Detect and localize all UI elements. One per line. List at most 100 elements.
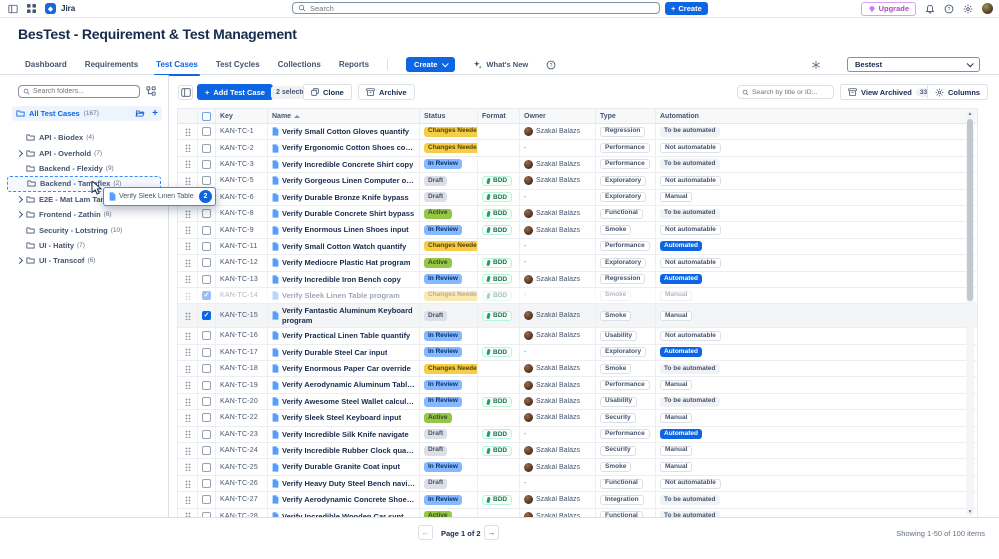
sidebar-item-all-test-cases[interactable]: All Test Cases (167) +: [12, 106, 162, 121]
automation-cell[interactable]: To be automated: [656, 361, 977, 376]
ai-sparkle-icon[interactable]: [811, 60, 821, 70]
type-badge[interactable]: Smoke: [600, 462, 631, 472]
table-row[interactable]: KAN-TC-12 Verify Mediocre Plastic Hat pr…: [178, 255, 977, 271]
type-badge[interactable]: Exploratory: [600, 258, 646, 268]
test-case-name[interactable]: Verify Incredible Concrete Shirt copy: [268, 157, 420, 172]
table-row[interactable]: KAN-TC-25 Verify Durable Granite Coat in…: [178, 459, 977, 475]
type-cell[interactable]: Regression: [596, 124, 656, 139]
type-cell[interactable]: Performance: [596, 140, 656, 155]
row-checkbox[interactable]: [198, 124, 216, 139]
sidebar-folder-frontend-zathin[interactable]: Frontend - Zathin(6): [0, 207, 168, 222]
table-row[interactable]: KAN-TC-6 Verify Durable Bronze Knife byp…: [178, 190, 977, 206]
header-automation[interactable]: Automation: [656, 109, 977, 123]
type-cell[interactable]: Integration: [596, 492, 656, 507]
status-cell[interactable]: Draft: [420, 304, 478, 327]
chevron-right-icon[interactable]: [16, 257, 23, 264]
chevron-right-icon[interactable]: [16, 196, 23, 203]
status-badge[interactable]: Changes Needed: [424, 143, 478, 153]
type-cell[interactable]: Smoke: [596, 304, 656, 327]
automation-badge[interactable]: Manual: [660, 380, 692, 390]
automation-cell[interactable]: Automated: [656, 427, 977, 442]
test-case-name[interactable]: Verify Sleek Steel Keyboard input: [268, 410, 420, 425]
test-case-name[interactable]: Verify Durable Steel Car input: [268, 345, 420, 360]
table-row[interactable]: KAN-TC-16 Verify Practical Linen Table q…: [178, 328, 977, 344]
collapse-sidebar-icon[interactable]: [178, 85, 193, 100]
row-checkbox[interactable]: [198, 206, 216, 221]
type-badge[interactable]: Usability: [600, 397, 637, 407]
owner-cell[interactable]: Szakál Balázs: [520, 157, 596, 172]
drag-handle[interactable]: [178, 304, 198, 327]
table-row[interactable]: KAN-TC-26 Verify Heavy Duty Steel Bench …: [178, 476, 977, 492]
type-cell[interactable]: Smoke: [596, 222, 656, 237]
type-cell[interactable]: Performance: [596, 377, 656, 392]
table-search-input[interactable]: [752, 89, 829, 96]
table-row[interactable]: KAN-TC-9 Verify Enormous Linen Shoes inp…: [178, 222, 977, 238]
type-badge[interactable]: Smoke: [600, 311, 631, 321]
automation-cell[interactable]: Not automatable: [656, 173, 977, 188]
owner-name[interactable]: Szakál Balázs: [536, 382, 580, 389]
settings-gear-icon[interactable]: [963, 4, 973, 14]
chevron-right-icon[interactable]: [16, 211, 23, 218]
type-badge[interactable]: Usability: [600, 331, 637, 341]
automation-cell[interactable]: To be automated: [656, 124, 977, 139]
status-cell[interactable]: Changes Needed: [420, 124, 478, 139]
type-cell[interactable]: Exploratory: [596, 190, 656, 205]
drag-handle[interactable]: [178, 222, 198, 237]
automation-badge[interactable]: To be automated: [660, 209, 720, 219]
automation-cell[interactable]: Manual: [656, 410, 977, 425]
status-badge[interactable]: Draft: [424, 479, 447, 489]
automation-badge[interactable]: Manual: [660, 462, 692, 472]
status-cell[interactable]: Draft: [420, 190, 478, 205]
status-badge[interactable]: Draft: [424, 192, 447, 202]
owner-cell[interactable]: -: [520, 190, 596, 205]
status-badge[interactable]: Changes Needed: [424, 364, 478, 374]
global-create-button[interactable]: +Create: [665, 2, 708, 15]
row-checkbox[interactable]: [198, 140, 216, 155]
owner-name[interactable]: Szakál Balázs: [536, 496, 580, 503]
table-row[interactable]: KAN-TC-8 Verify Durable Concrete Shirt b…: [178, 206, 977, 222]
status-cell[interactable]: Changes Needed: [420, 288, 478, 303]
status-cell[interactable]: Draft: [420, 427, 478, 442]
type-cell[interactable]: Smoke: [596, 288, 656, 303]
type-cell[interactable]: Performance: [596, 157, 656, 172]
automation-cell[interactable]: Not automatable: [656, 255, 977, 270]
test-case-name[interactable]: Verify Incredible Iron Bench copy: [268, 272, 420, 287]
table-row[interactable]: KAN-TC-19 Verify Aerodynamic Aluminum Ta…: [178, 377, 977, 393]
owner-name[interactable]: Szakál Balázs: [536, 210, 580, 217]
owner-cell[interactable]: Szakál Balázs: [520, 394, 596, 409]
status-badge[interactable]: In Review: [424, 347, 462, 357]
row-checkbox[interactable]: [198, 443, 216, 458]
row-checkbox[interactable]: [198, 239, 216, 254]
owner-cell[interactable]: -: [520, 288, 596, 303]
automation-badge[interactable]: Automated: [660, 241, 702, 251]
type-badge[interactable]: Performance: [600, 429, 650, 439]
prev-page-button[interactable]: ←: [418, 525, 433, 540]
automation-cell[interactable]: Manual: [656, 459, 977, 474]
user-avatar[interactable]: [982, 3, 993, 14]
test-case-name[interactable]: Verify Awesome Steel Wallet calculate: [268, 394, 420, 409]
table-row[interactable]: KAN-TC-5 Verify Gorgeous Linen Computer …: [178, 173, 977, 189]
type-badge[interactable]: Performance: [600, 143, 650, 153]
status-cell[interactable]: Draft: [420, 476, 478, 491]
status-badge[interactable]: In Review: [424, 225, 462, 235]
table-row[interactable]: KAN-TC-14 Verify Sleek Linen Table progr…: [178, 288, 977, 304]
drag-handle[interactable]: [178, 140, 198, 155]
automation-cell[interactable]: Manual: [656, 304, 977, 327]
status-badge[interactable]: In Review: [424, 159, 462, 169]
automation-badge[interactable]: To be automated: [660, 495, 720, 505]
header-status[interactable]: Status: [420, 109, 478, 123]
owner-cell[interactable]: Szakál Balázs: [520, 272, 596, 287]
type-cell[interactable]: Security: [596, 410, 656, 425]
table-row[interactable]: KAN-TC-17 Verify Durable Steel Car input…: [178, 345, 977, 361]
type-badge[interactable]: Performance: [600, 159, 650, 169]
app-switcher-icon[interactable]: [27, 4, 36, 13]
status-badge[interactable]: Changes Needed: [424, 241, 478, 251]
type-cell[interactable]: Functional: [596, 206, 656, 221]
owner-cell[interactable]: -: [520, 476, 596, 491]
owner-name[interactable]: Szakál Balázs: [536, 161, 580, 168]
status-cell[interactable]: In Review: [420, 328, 478, 343]
automation-badge[interactable]: Manual: [660, 413, 692, 423]
test-case-name[interactable]: Verify Practical Linen Table quantify: [268, 328, 420, 343]
type-cell[interactable]: Functional: [596, 476, 656, 491]
automation-badge[interactable]: Not automatable: [660, 331, 721, 341]
